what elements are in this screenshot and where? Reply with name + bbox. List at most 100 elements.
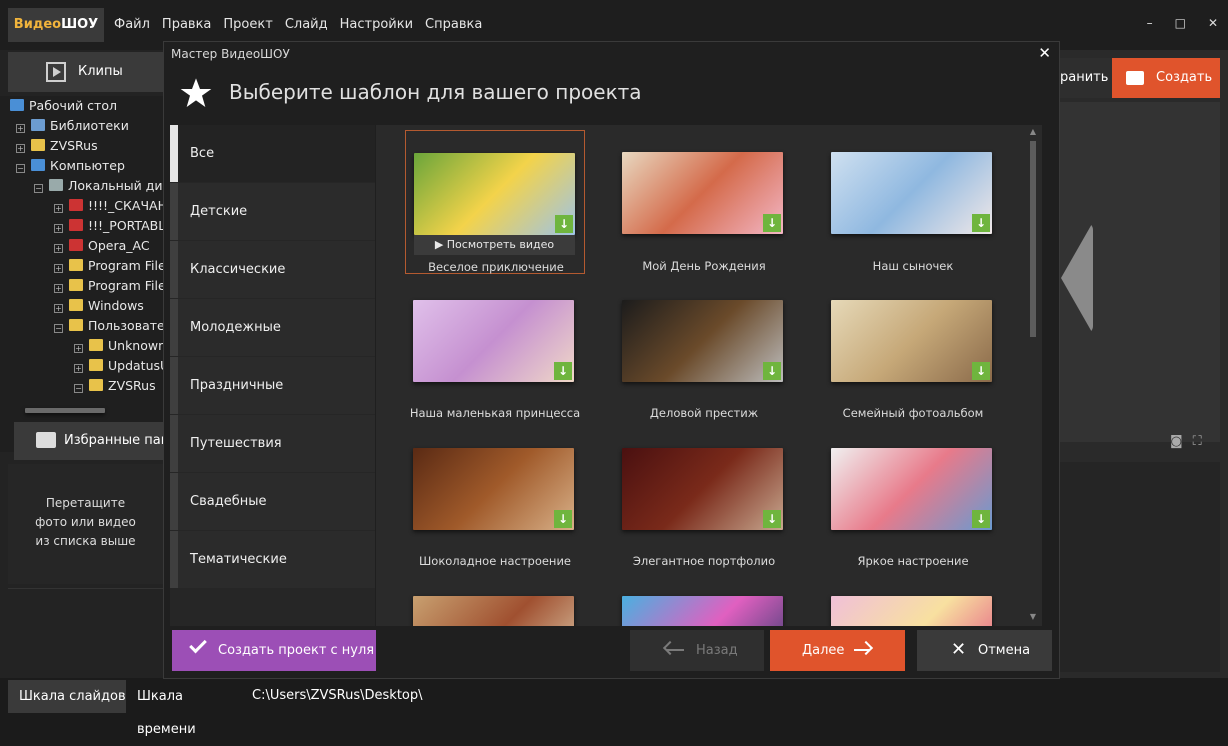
tree-horizontal-scrollbar[interactable] — [10, 407, 155, 415]
template-thumbnail[interactable]: ↓ — [622, 300, 783, 382]
tree-node[interactable]: − Компьютер — [16, 156, 125, 176]
template-tile[interactable]: ↓ Семейный фотоальбом — [823, 278, 1003, 422]
next-button[interactable]: Далее — [770, 630, 905, 671]
maximize-icon[interactable]: □ — [1175, 16, 1186, 30]
category-item[interactable]: Классические — [170, 241, 375, 298]
expand-icon[interactable]: + — [54, 304, 63, 313]
template-tile[interactable]: ↓ Деловой престиж — [614, 278, 794, 422]
category-item[interactable]: Свадебные — [170, 473, 375, 530]
expand-icon[interactable]: + — [54, 224, 63, 233]
template-thumbnail[interactable]: ↓ — [622, 152, 783, 234]
snapshot-icon[interactable]: ◙ — [1170, 434, 1183, 449]
scrollbar-thumb[interactable] — [1030, 141, 1036, 337]
tree-node[interactable]: + Opera_AC — [54, 236, 150, 256]
tree-node[interactable]: + !!!_PORTABLE — [54, 216, 163, 236]
previous-arrow-icon[interactable] — [1061, 222, 1093, 334]
menu-settings[interactable]: Настройки — [340, 17, 413, 32]
download-icon[interactable]: ↓ — [554, 362, 572, 380]
dialog-close-icon[interactable]: ✕ — [1038, 44, 1051, 62]
tree-node[interactable]: + Windows — [54, 296, 144, 316]
download-icon[interactable]: ↓ — [972, 362, 990, 380]
download-icon[interactable]: ↓ — [972, 510, 990, 528]
tree-node[interactable]: − Локальный диск — [34, 176, 163, 196]
category-item[interactable]: Тематические — [170, 531, 375, 588]
tree-node[interactable]: + UpdatusUser — [74, 356, 163, 376]
menu-help[interactable]: Справка — [425, 17, 482, 32]
template-thumbnail[interactable]: ↓ — [413, 448, 574, 530]
download-icon[interactable]: ↓ — [763, 510, 781, 528]
tree-node[interactable]: + !!!!_СКАЧАНО — [54, 196, 163, 216]
category-item[interactable]: Путешествия — [170, 415, 375, 472]
download-icon[interactable]: ↓ — [763, 214, 781, 232]
clips-tab[interactable]: Клипы — [8, 52, 163, 92]
template-thumbnail[interactable]: ↓ — [413, 596, 574, 626]
category-item[interactable]: Все — [170, 125, 375, 182]
expand-icon[interactable]: + — [54, 264, 63, 273]
template-tile[interactable]: ↓ — [614, 574, 794, 626]
menu-project[interactable]: Проект — [223, 17, 272, 32]
template-tile[interactable]: ↓ Мой День Рождения — [614, 130, 794, 274]
tab-timeline[interactable]: Шкала времени — [126, 680, 242, 737]
cancel-button[interactable]: ✕ Отмена — [917, 630, 1052, 671]
favorites-tab[interactable]: Избранные папки — [14, 422, 186, 460]
scroll-down-icon[interactable]: ▼ — [1028, 612, 1038, 624]
tree-node[interactable]: + Библиотеки — [16, 116, 129, 136]
template-thumbnail[interactable]: ↓ — [831, 300, 992, 382]
template-thumbnail[interactable]: ↓ — [622, 596, 783, 626]
template-thumbnail[interactable]: ↓ — [831, 448, 992, 530]
template-thumbnail[interactable]: ↓ — [831, 596, 992, 626]
template-thumbnail[interactable]: ↓ — [831, 152, 992, 234]
fullscreen-icon[interactable]: ⛶ — [1193, 434, 1202, 449]
category-item[interactable]: Праздничные — [170, 357, 375, 414]
template-tile[interactable]: ↓ Яркое настроение — [823, 426, 1003, 570]
collapse-icon[interactable]: − — [16, 164, 25, 173]
expand-icon[interactable]: + — [16, 144, 25, 153]
category-item[interactable]: Детские — [170, 183, 375, 240]
template-thumbnail[interactable]: ↓ — [413, 300, 574, 382]
create-button[interactable]: Создать — [1112, 58, 1220, 98]
template-tile[interactable]: ↓ Наш сыночек — [823, 130, 1003, 274]
create-from-scratch-button[interactable]: Создать проект с нуля — [172, 630, 376, 671]
template-tile[interactable]: ↓ Шоколадное настроение — [405, 426, 585, 570]
collapse-icon[interactable]: − — [74, 384, 83, 393]
expand-icon[interactable]: + — [16, 124, 25, 133]
save-button[interactable]: ранить — [1060, 58, 1112, 98]
collapse-icon[interactable]: − — [34, 184, 43, 193]
tab-slides[interactable]: Шкала слайдов — [8, 680, 126, 713]
template-tile[interactable]: ↓ Наша маленькая принцесса — [405, 278, 585, 422]
collapse-icon[interactable]: − — [54, 324, 63, 333]
template-tile[interactable]: ↓ — [405, 574, 585, 626]
tree-node[interactable]: − ZVSRus — [74, 376, 156, 396]
watch-video-button[interactable]: ▶ Посмотреть видео — [414, 235, 575, 255]
tree-node[interactable]: − Пользователи — [54, 316, 163, 336]
category-item[interactable]: Молодежные — [170, 299, 375, 356]
expand-icon[interactable]: + — [74, 364, 83, 373]
template-grid-scrollbar[interactable]: ▲ ▼ — [1028, 125, 1038, 626]
expand-icon[interactable]: + — [54, 284, 63, 293]
minimize-icon[interactable]: – — [1147, 16, 1153, 30]
download-icon[interactable]: ↓ — [554, 510, 572, 528]
menu-edit[interactable]: Правка — [162, 17, 211, 32]
expand-icon[interactable]: + — [54, 244, 63, 253]
tree-node[interactable]: Рабочий стол — [10, 96, 117, 116]
scrollbar-thumb[interactable] — [25, 408, 105, 413]
scroll-up-icon[interactable]: ▲ — [1028, 127, 1038, 139]
template-tile[interactable]: ↓ — [823, 574, 1003, 626]
download-icon[interactable]: ↓ — [555, 215, 573, 233]
menu-slide[interactable]: Слайд — [285, 17, 328, 32]
template-thumbnail[interactable]: ↓ — [414, 153, 575, 235]
menu-file[interactable]: Файл — [114, 17, 150, 32]
close-window-icon[interactable]: ✕ — [1208, 16, 1218, 30]
back-button[interactable]: Назад — [630, 630, 764, 671]
tree-node[interactable]: + Unknown — [74, 336, 163, 356]
template-thumbnail[interactable]: ↓ — [622, 448, 783, 530]
tree-node[interactable]: + Program Files — [54, 256, 163, 276]
template-tile[interactable]: ↓ Элегантное портфолио — [614, 426, 794, 570]
expand-icon[interactable]: + — [54, 204, 63, 213]
template-tile[interactable]: ↓ ▶ Посмотреть видео Веселое приключение — [405, 130, 585, 274]
expand-icon[interactable]: + — [74, 344, 83, 353]
tree-node[interactable]: + ZVSRus — [16, 136, 98, 156]
download-icon[interactable]: ↓ — [763, 362, 781, 380]
download-icon[interactable]: ↓ — [972, 214, 990, 232]
tree-node[interactable]: + Program Files — [54, 276, 163, 296]
